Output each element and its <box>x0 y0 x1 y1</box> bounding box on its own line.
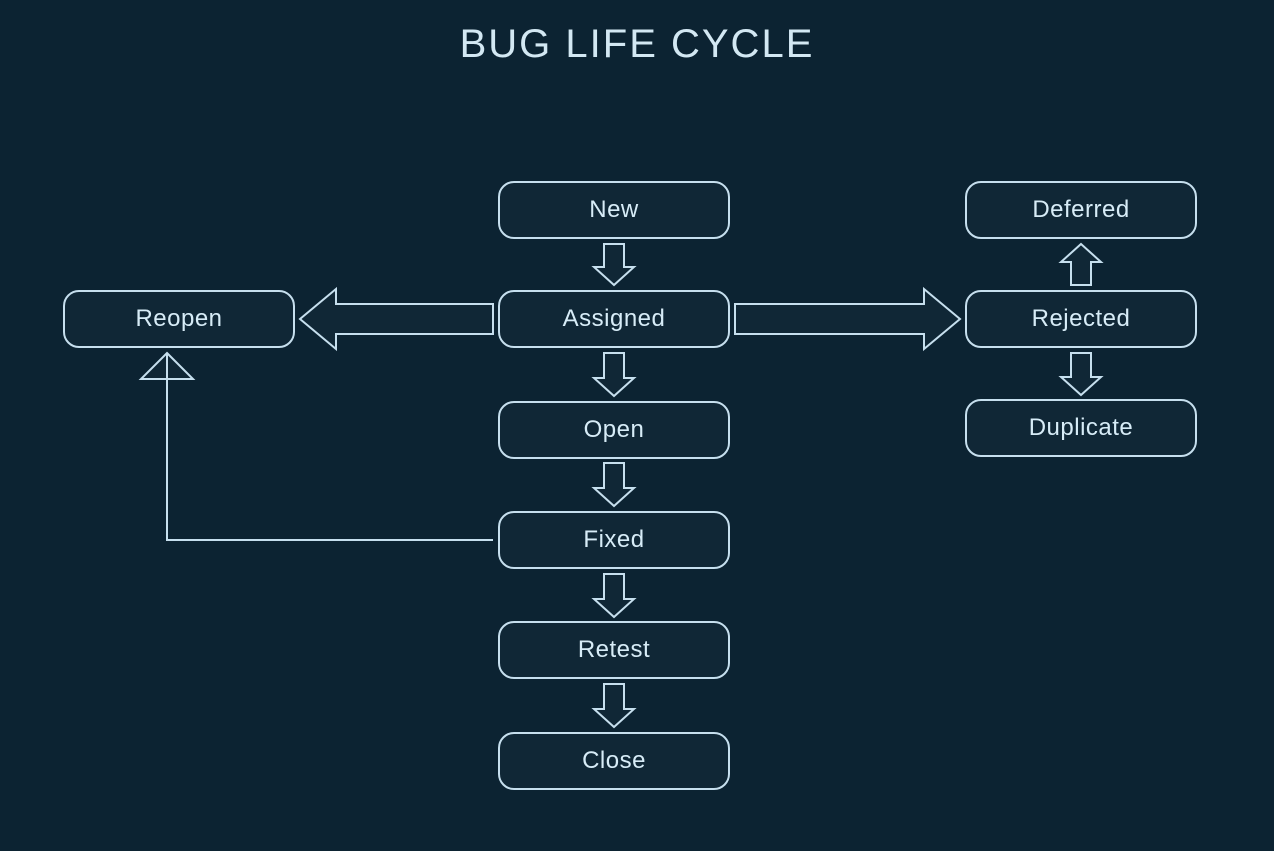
node-label: Close <box>582 747 646 775</box>
node-label: Fixed <box>583 526 644 554</box>
node-label: Retest <box>578 636 650 664</box>
node-retest: Retest <box>498 621 730 679</box>
arrow-fixed-to-retest <box>594 574 634 617</box>
node-open: Open <box>498 401 730 459</box>
node-deferred: Deferred <box>965 181 1197 239</box>
arrow-fixed-to-reopen-elbow-line <box>167 353 493 540</box>
node-label: Rejected <box>1032 305 1131 333</box>
arrow-rejected-to-duplicate <box>1061 353 1101 395</box>
node-new: New <box>498 181 730 239</box>
arrow-retest-to-close <box>594 684 634 727</box>
arrow-new-to-assigned <box>594 244 634 285</box>
node-rejected: Rejected <box>965 290 1197 348</box>
node-fixed: Fixed <box>498 511 730 569</box>
node-duplicate: Duplicate <box>965 399 1197 457</box>
node-reopen: Reopen <box>63 290 295 348</box>
arrow-assigned-to-open <box>594 353 634 396</box>
diagram-title: BUG LIFE CYCLE <box>0 22 1274 67</box>
node-close: Close <box>498 732 730 790</box>
arrow-assigned-to-rejected <box>735 289 960 349</box>
diagram-stage: BUG LIFE CYCLE New Assigned Open Fixed R… <box>0 0 1274 851</box>
arrow-open-to-fixed <box>594 463 634 506</box>
node-assigned: Assigned <box>498 290 730 348</box>
node-label: Reopen <box>135 305 222 333</box>
arrow-fixed-to-reopen-elbow-head <box>141 353 193 379</box>
node-label: New <box>589 196 639 224</box>
node-label: Assigned <box>563 305 666 333</box>
arrow-rejected-to-deferred <box>1061 244 1101 285</box>
arrow-assigned-to-reopen <box>300 289 493 349</box>
node-label: Open <box>584 416 645 444</box>
node-label: Duplicate <box>1029 414 1134 442</box>
node-label: Deferred <box>1032 196 1129 224</box>
